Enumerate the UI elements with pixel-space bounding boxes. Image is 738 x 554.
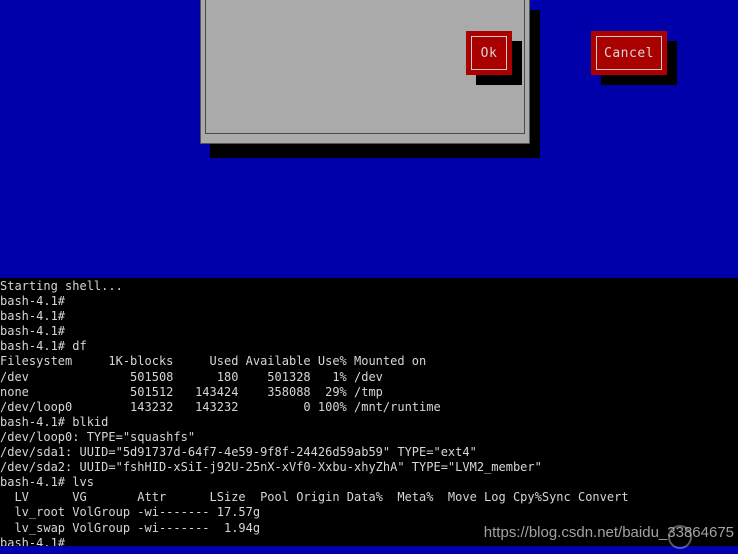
- terminal-line: bash-4.1# lvs: [0, 475, 94, 490]
- terminal-line: /dev 501508 180 501328 1% /dev: [0, 369, 383, 384]
- terminal-line: none 501512 143424 358088 29% /tmp: [0, 384, 383, 399]
- terminal-line: lv_swap VolGroup -wi------- 1.94g: [0, 520, 261, 535]
- dialog-box: Ok Cancel: [200, 0, 677, 144]
- bottom-status-strip: [0, 546, 738, 554]
- screen: Ok Cancel Starting shell... bash-4.1# bash…: [0, 0, 738, 554]
- terminal-line: /dev/loop0 143232 143232 0 100% /mnt/run…: [0, 399, 441, 414]
- terminal-line: /dev/sda1: UUID="5d91737d-64f7-4e59-9f8f…: [0, 445, 477, 460]
- terminal-line: bash-4.1#: [0, 309, 66, 324]
- terminal-prompt-line: bash-4.1#: [0, 536, 629, 546]
- terminal-output: Starting shell... bash-4.1# bash-4.1# bash-…: [0, 279, 629, 546]
- terminal-line: LV VG Attr LSize Pool Origin Data% Meta%…: [0, 490, 629, 505]
- terminal-cursor: [72, 536, 79, 546]
- terminal-line: Filesystem 1K-blocks Used Available Use%…: [0, 354, 427, 369]
- cancel-button-label: Cancel: [604, 45, 654, 61]
- terminal-line: /dev/loop0: TYPE="squashfs": [0, 429, 196, 444]
- terminal-line: /dev/sda2: UUID="fshHID-xSiI-j92U-25nX-x…: [0, 460, 542, 475]
- terminal-line: bash-4.1# df: [0, 339, 87, 354]
- terminal-line: bash-4.1#: [0, 324, 66, 339]
- ok-button[interactable]: Ok: [466, 31, 512, 75]
- terminal-line: lv_root VolGroup -wi------- 17.57g: [0, 505, 261, 520]
- ok-button-label: Ok: [480, 45, 498, 61]
- terminal-console[interactable]: Starting shell... bash-4.1# bash-4.1# bash-…: [0, 278, 738, 546]
- terminal-line: Starting shell...: [0, 279, 123, 293]
- terminal-prompt: bash-4.1#: [0, 535, 73, 546]
- terminal-line: bash-4.1#: [0, 294, 66, 309]
- cancel-button[interactable]: Cancel: [591, 31, 667, 75]
- terminal-line: bash-4.1# blkid: [0, 414, 109, 429]
